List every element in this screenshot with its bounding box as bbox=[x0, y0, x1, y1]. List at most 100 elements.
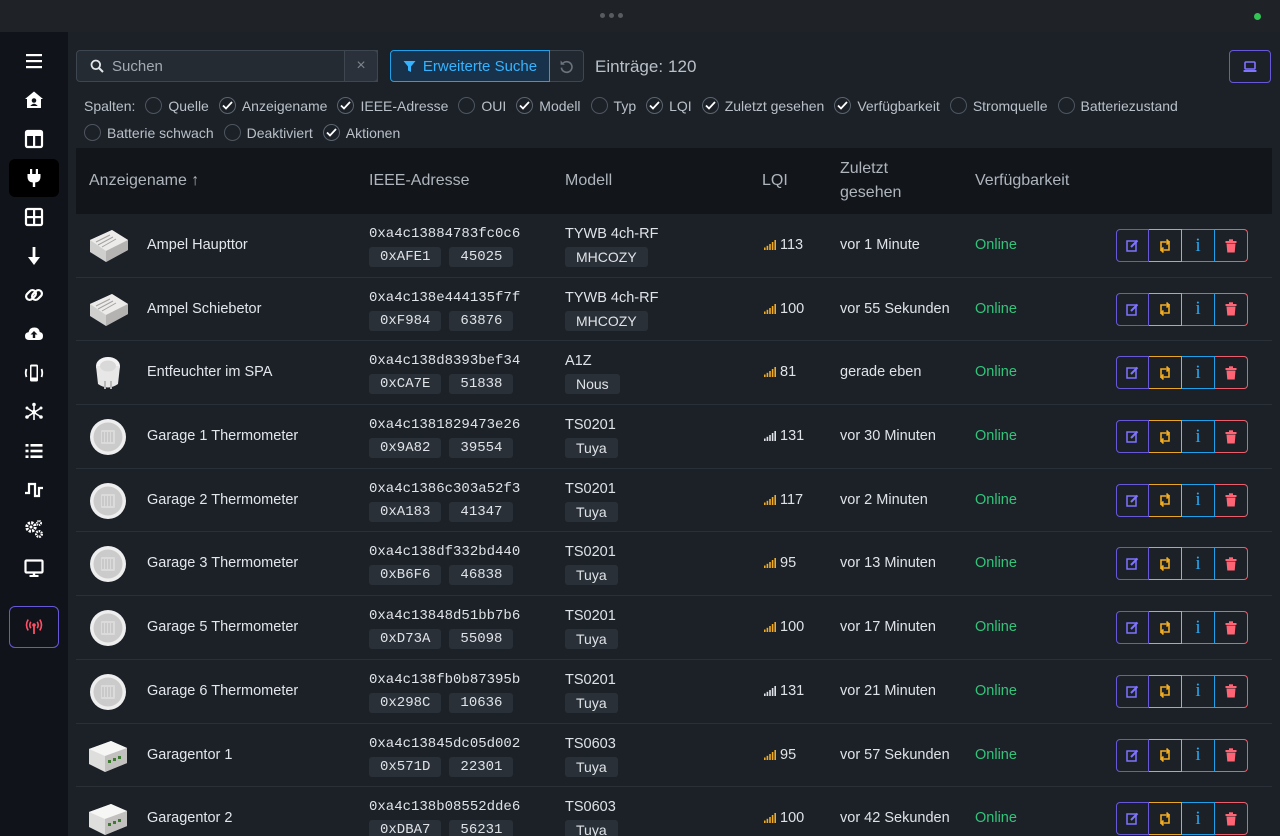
model-link[interactable]: TS0201 bbox=[565, 544, 616, 560]
rename-button[interactable] bbox=[1116, 738, 1149, 772]
device-info-button[interactable]: i bbox=[1182, 292, 1215, 326]
model-link[interactable]: TS0603 bbox=[565, 799, 616, 815]
ieee-address[interactable]: 0xa4c138b08552dde6 bbox=[369, 799, 520, 815]
device-info-button[interactable]: i bbox=[1182, 420, 1215, 454]
clear-search-button[interactable]: × bbox=[344, 50, 378, 82]
device-info-button[interactable]: i bbox=[1182, 229, 1215, 262]
remove-device-button[interactable] bbox=[1215, 420, 1248, 454]
remove-device-button[interactable] bbox=[1215, 292, 1248, 326]
menu-icon[interactable] bbox=[9, 42, 59, 80]
groups-icon[interactable] bbox=[9, 198, 59, 236]
checkbox-unchecked-icon[interactable] bbox=[458, 97, 476, 114]
reconfigure-button[interactable] bbox=[1149, 356, 1182, 390]
ota-icon[interactable] bbox=[9, 237, 59, 275]
network-icon[interactable] bbox=[9, 393, 59, 431]
reconfigure-button[interactable] bbox=[1149, 738, 1182, 772]
header-availability[interactable]: Verfügbarkeit bbox=[975, 148, 1069, 214]
checkbox-checked-icon[interactable] bbox=[834, 97, 852, 114]
reconfigure-button[interactable] bbox=[1149, 611, 1182, 645]
reconfigure-button[interactable] bbox=[1149, 483, 1182, 517]
header-model[interactable]: Modell bbox=[565, 148, 612, 214]
checkbox-checked-icon[interactable] bbox=[516, 97, 534, 114]
remove-device-button[interactable] bbox=[1215, 483, 1248, 517]
device-name-link[interactable]: Garage 5 Thermometer bbox=[147, 619, 298, 635]
ieee-address[interactable]: 0xa4c138df332bd440 bbox=[369, 544, 520, 560]
checkbox-checked-icon[interactable] bbox=[322, 124, 340, 141]
device-info-button[interactable]: i bbox=[1182, 738, 1215, 772]
device-name-link[interactable]: Garagentor 2 bbox=[147, 810, 232, 826]
model-link[interactable]: TYWB 4ch-RF bbox=[565, 226, 658, 242]
device-name-link[interactable]: Garagentor 1 bbox=[147, 747, 232, 763]
rename-button[interactable] bbox=[1116, 420, 1149, 454]
rename-button[interactable] bbox=[1116, 802, 1149, 836]
rename-button[interactable] bbox=[1116, 611, 1149, 645]
device-name-link[interactable]: Garage 3 Thermometer bbox=[147, 555, 298, 571]
backup-icon[interactable] bbox=[9, 315, 59, 353]
remove-device-button[interactable] bbox=[1215, 802, 1248, 836]
rename-button[interactable] bbox=[1116, 674, 1149, 708]
remove-device-button[interactable] bbox=[1215, 674, 1248, 708]
ieee-address[interactable]: 0xa4c1381829473e26 bbox=[369, 417, 520, 433]
device-name-link[interactable]: Garage 1 Thermometer bbox=[147, 428, 298, 444]
header-last-seen[interactable]: Zuletzt gesehen bbox=[840, 148, 901, 214]
remove-device-button[interactable] bbox=[1215, 611, 1248, 645]
remove-device-button[interactable] bbox=[1215, 547, 1248, 581]
checkbox-checked-icon[interactable] bbox=[218, 97, 236, 114]
model-link[interactable]: A1Z bbox=[565, 353, 592, 369]
device-name-link[interactable]: Ampel Schiebetor bbox=[147, 301, 261, 317]
frontend-icon[interactable] bbox=[9, 471, 59, 509]
reconfigure-button[interactable] bbox=[1149, 292, 1182, 326]
checkbox-unchecked-icon[interactable] bbox=[223, 124, 241, 141]
rename-button[interactable] bbox=[1116, 483, 1149, 517]
window-drag-handle[interactable] bbox=[600, 13, 623, 18]
header-name[interactable]: Anzeigename ↑ bbox=[89, 148, 199, 214]
device-info-button[interactable]: i bbox=[1182, 802, 1215, 836]
checkbox-unchecked-icon[interactable] bbox=[1057, 97, 1075, 114]
ieee-address[interactable]: 0xa4c13848d51bb7b6 bbox=[369, 608, 520, 624]
layout-toggle-button[interactable] bbox=[1229, 50, 1271, 83]
devices-icon[interactable] bbox=[9, 159, 59, 197]
display-icon[interactable] bbox=[9, 549, 59, 587]
remove-device-button[interactable] bbox=[1215, 229, 1248, 262]
ieee-address[interactable]: 0xa4c138e444135f7f bbox=[369, 290, 520, 306]
reconfigure-button[interactable] bbox=[1149, 420, 1182, 454]
reconfigure-button[interactable] bbox=[1149, 229, 1182, 262]
permit-join-icon[interactable] bbox=[9, 606, 59, 648]
ieee-address[interactable]: 0xa4c13884783fc0c6 bbox=[369, 226, 520, 242]
column-toggle[interactable]: Modell bbox=[516, 97, 581, 114]
device-name-link[interactable]: Garage 6 Thermometer bbox=[147, 683, 298, 699]
model-link[interactable]: TS0201 bbox=[565, 672, 616, 688]
reset-filters-button[interactable] bbox=[550, 50, 584, 82]
column-toggle[interactable]: Quelle bbox=[145, 97, 209, 114]
model-link[interactable]: TS0603 bbox=[565, 736, 616, 752]
remove-device-button[interactable] bbox=[1215, 356, 1248, 390]
header-ieee[interactable]: IEEE-Adresse bbox=[369, 148, 469, 214]
column-toggle[interactable]: Aktionen bbox=[322, 124, 400, 141]
model-link[interactable]: TYWB 4ch-RF bbox=[565, 290, 658, 306]
column-toggle[interactable]: Verfügbarkeit bbox=[834, 97, 940, 114]
column-toggle[interactable]: Stromquelle bbox=[949, 97, 1048, 114]
logs-icon[interactable] bbox=[9, 432, 59, 470]
settings-icon[interactable] bbox=[9, 510, 59, 548]
reconfigure-button[interactable] bbox=[1149, 674, 1182, 708]
rename-button[interactable] bbox=[1116, 292, 1149, 326]
reconfigure-button[interactable] bbox=[1149, 802, 1182, 836]
model-link[interactable]: TS0201 bbox=[565, 481, 616, 497]
remove-device-button[interactable] bbox=[1215, 738, 1248, 772]
device-info-button[interactable]: i bbox=[1182, 483, 1215, 517]
touchlink-icon[interactable] bbox=[9, 354, 59, 392]
advanced-search-button[interactable]: Erweiterte Suche bbox=[390, 50, 550, 82]
checkbox-checked-icon[interactable] bbox=[337, 97, 355, 114]
device-info-button[interactable]: i bbox=[1182, 547, 1215, 581]
dashboard-icon[interactable] bbox=[9, 120, 59, 158]
model-link[interactable]: TS0201 bbox=[565, 417, 616, 433]
column-toggle[interactable]: Batteriezustand bbox=[1057, 97, 1178, 114]
ieee-address[interactable]: 0xa4c138d8393bef34 bbox=[369, 353, 520, 369]
rename-button[interactable] bbox=[1116, 356, 1149, 390]
rename-button[interactable] bbox=[1116, 229, 1149, 262]
device-info-button[interactable]: i bbox=[1182, 611, 1215, 645]
device-name-link[interactable]: Garage 2 Thermometer bbox=[147, 492, 298, 508]
checkbox-checked-icon[interactable] bbox=[701, 97, 719, 114]
ieee-address[interactable]: 0xa4c13845dc05d002 bbox=[369, 736, 520, 752]
column-toggle[interactable]: IEEE-Adresse bbox=[337, 97, 448, 114]
